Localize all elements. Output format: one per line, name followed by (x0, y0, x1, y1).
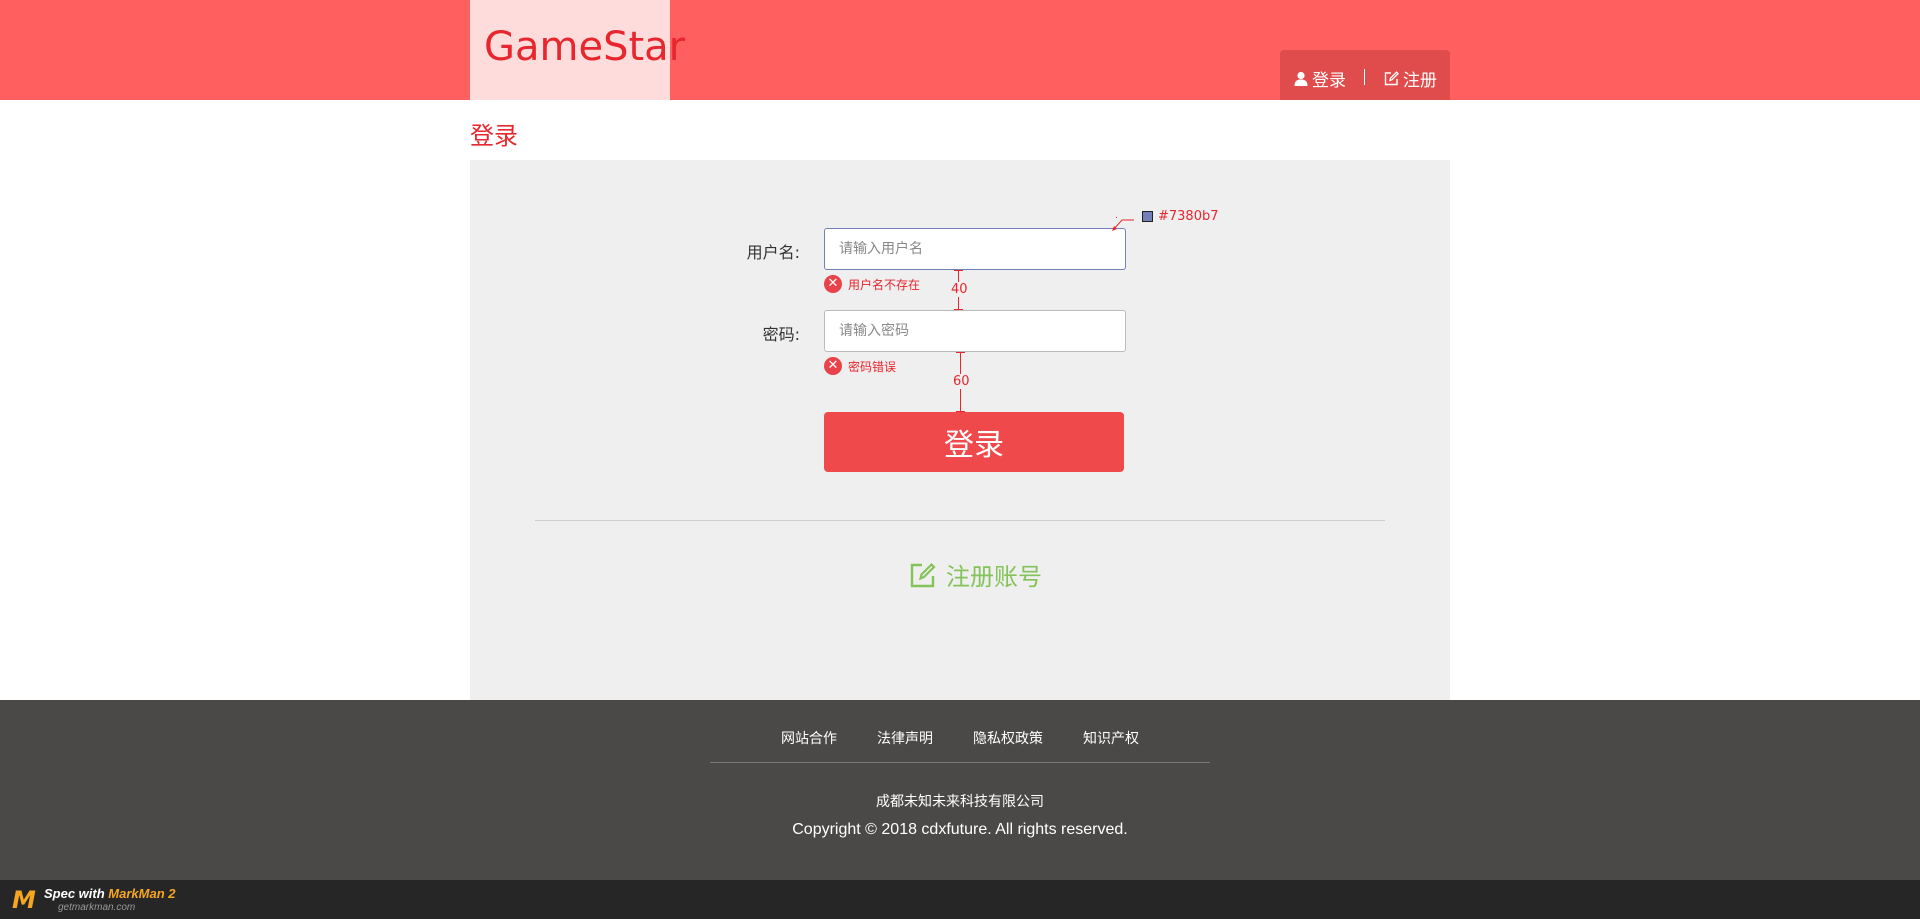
markman-label: Spec with MarkMan 2 (44, 886, 176, 901)
spec-gap-2-cap-bottom (956, 411, 965, 412)
username-error-text: 用户名不存在 (848, 277, 921, 292)
footer-link-ip[interactable]: 知识产权 (1083, 728, 1139, 748)
footer-link-legal[interactable]: 法律声明 (877, 728, 933, 748)
auth-separator (1364, 69, 1365, 85)
markman-logo-icon: M (12, 886, 36, 914)
markman-url: getmarkman.com (58, 902, 136, 913)
username-input[interactable] (824, 228, 1126, 270)
username-error: ✕ 用户名不存在 (824, 275, 920, 293)
footer-links: 网站合作 法律声明 隐私权政策 知识产权 (0, 728, 1920, 748)
header-register-link[interactable]: 注册 (1384, 66, 1437, 91)
username-label: 用户名: (746, 243, 800, 262)
login-button[interactable]: 登录 (824, 412, 1124, 472)
password-error-text: 密码错误 (848, 359, 897, 374)
footer-divider (710, 762, 1210, 763)
edit-icon (910, 562, 936, 587)
edit-icon (1384, 71, 1399, 86)
logo-box[interactable]: GameStar (470, 0, 685, 100)
password-input[interactable] (824, 310, 1126, 352)
spec-color-value: #7380b7 (1158, 209, 1219, 224)
footer-link-cooperation[interactable]: 网站合作 (781, 728, 837, 748)
footer-link-privacy[interactable]: 隐私权政策 (973, 728, 1043, 748)
page-title: 登录 (470, 122, 518, 150)
password-error: ✕ 密码错误 (824, 357, 896, 375)
spec-gap-2-cap-top (956, 352, 965, 353)
header-register-label: 注册 (1403, 71, 1437, 91)
error-icon: ✕ (824, 275, 842, 293)
register-account-label: 注册账号 (946, 563, 1042, 591)
spec-arrow-icon (1112, 219, 1134, 231)
company-name: 成都未知未来科技有限公司 (876, 794, 1044, 810)
login-panel: 用户名: ✕ 用户名不存在 密码: ✕ 密码错误 登录 注册账号 #7380b7 (470, 160, 1450, 700)
footer: 网站合作 法律声明 隐私权政策 知识产权 成都未知未来科技有限公司 Copyri… (0, 700, 1920, 880)
auth-nav: 登录 注册 (1280, 50, 1450, 100)
header: GameStar 登录 注册 (0, 0, 1920, 100)
header-login-label: 登录 (1312, 71, 1346, 91)
error-icon: ✕ (824, 357, 842, 375)
logo[interactable]: GameStar (484, 24, 685, 70)
spec-color-swatch (1142, 211, 1153, 222)
spec-gap-1-cap-top (954, 270, 963, 271)
panel-divider (535, 520, 1385, 521)
spec-gap-2-label: 60 (952, 374, 971, 389)
user-icon (1294, 71, 1308, 86)
markman-bar: M Spec with MarkMan 2 getmarkman.com (0, 880, 1920, 919)
password-label: 密码: (762, 325, 800, 344)
spec-gap-1-label: 40 (950, 282, 969, 297)
register-account-link[interactable]: 注册账号 (910, 557, 1042, 592)
spec-gap-1-cap-bottom (954, 309, 963, 310)
header-login-link[interactable]: 登录 (1294, 66, 1346, 91)
copyright: Copyright © 2018 cdxfuture. All rights r… (792, 821, 1128, 838)
